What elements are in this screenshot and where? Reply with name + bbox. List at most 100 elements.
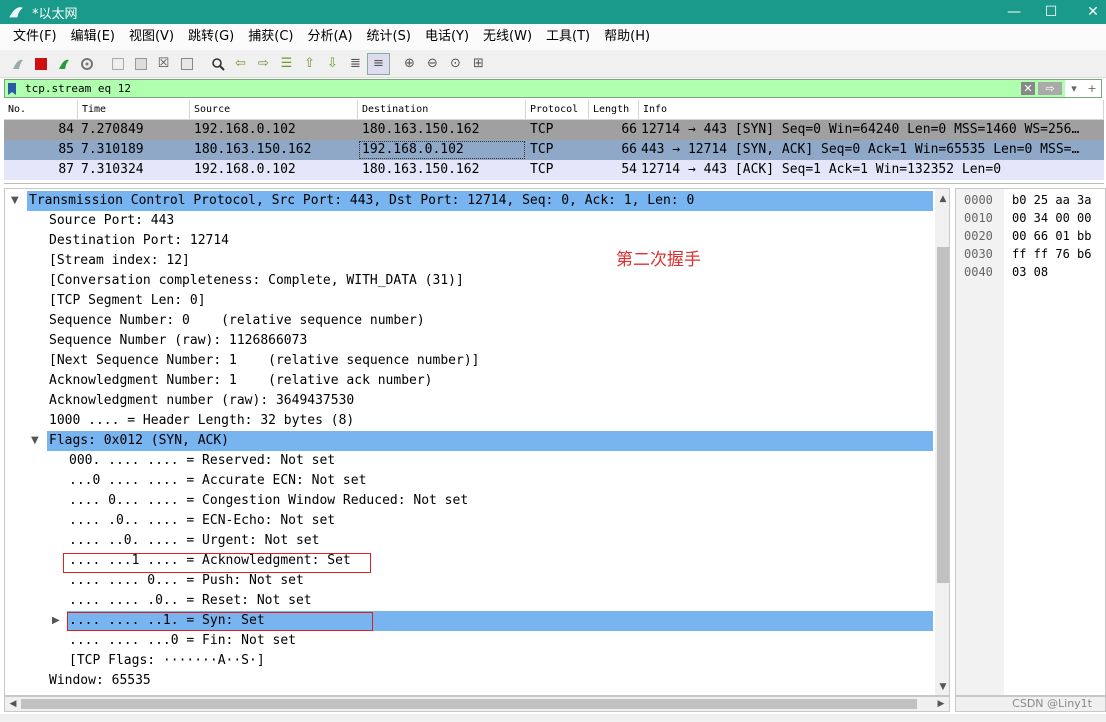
packet-no: 87 bbox=[58, 162, 74, 177]
flag-line[interactable]: .... .... .0.. = Reset: Not set bbox=[69, 591, 312, 611]
apply-filter-button[interactable]: ⇨ bbox=[1038, 82, 1062, 95]
detail-line[interactable]: Sequence Number (raw): 1126866073 bbox=[49, 331, 307, 351]
hex-bytes[interactable]: b0 25 aa 3a bbox=[1012, 191, 1091, 209]
filter-dropdown-button[interactable]: ▾ bbox=[1065, 80, 1083, 97]
first-packet-icon[interactable]: ⇧ bbox=[298, 53, 321, 75]
go-forward-icon[interactable]: ⇨ bbox=[252, 53, 275, 75]
clear-filter-button[interactable]: ✕ bbox=[1021, 82, 1035, 95]
flag-line[interactable]: .... ..0. .... = Urgent: Not set bbox=[69, 531, 319, 551]
open-file-icon[interactable] bbox=[106, 53, 129, 75]
flag-line[interactable]: .... .0.. .... = ECN-Echo: Not set bbox=[69, 511, 335, 531]
menu-help[interactable]: 帮助(H) bbox=[597, 24, 657, 50]
zoom-reset-icon[interactable]: ⊙ bbox=[444, 53, 467, 75]
add-filter-button[interactable]: + bbox=[1083, 80, 1101, 97]
detail-line[interactable]: [Stream index: 12] bbox=[49, 251, 190, 271]
detail-line[interactable]: [Conversation completeness: Complete, WI… bbox=[49, 271, 464, 291]
zoom-in-icon[interactable]: ⊕ bbox=[398, 53, 421, 75]
menu-go[interactable]: 跳转(G) bbox=[181, 24, 241, 50]
hex-bytes[interactable]: 03 08 bbox=[1012, 263, 1048, 281]
column-header-info[interactable]: Info bbox=[639, 100, 1104, 119]
stop-capture-icon[interactable] bbox=[29, 53, 52, 75]
capture-options-icon[interactable] bbox=[75, 53, 98, 75]
column-header-no[interactable]: No. bbox=[4, 100, 78, 119]
scrollbar-thumb[interactable] bbox=[937, 247, 949, 583]
hex-bytes[interactable]: 00 34 00 00 bbox=[1012, 209, 1091, 227]
collapse-arrow-icon[interactable]: ▼ bbox=[11, 191, 19, 211]
packet-length: 66 bbox=[621, 122, 637, 137]
scrollbar-thumb[interactable] bbox=[21, 699, 917, 709]
zoom-out-icon[interactable]: ⊖ bbox=[421, 53, 444, 75]
hex-bytes[interactable]: 00 66 01 bb bbox=[1012, 227, 1091, 245]
scroll-down-icon[interactable]: ▼ bbox=[935, 679, 949, 695]
column-header-length[interactable]: Length bbox=[589, 100, 639, 119]
column-header-protocol[interactable]: Protocol bbox=[526, 100, 589, 119]
expand-arrow-icon[interactable]: ▶ bbox=[52, 611, 60, 631]
column-header-time[interactable]: Time bbox=[78, 100, 190, 119]
flag-line[interactable]: [TCP Flags: ·······A··S·] bbox=[69, 651, 265, 671]
menu-analyze[interactable]: 分析(A) bbox=[300, 24, 359, 50]
scroll-left-icon[interactable]: ◀ bbox=[5, 697, 21, 711]
flag-line[interactable]: .... 0... .... = Congestion Window Reduc… bbox=[69, 491, 468, 511]
display-filter-input[interactable]: tcp.stream eq 12 bbox=[19, 82, 1021, 95]
detail-line[interactable]: [Next Sequence Number: 1 (relative seque… bbox=[49, 351, 479, 371]
close-file-icon[interactable]: ☒ bbox=[152, 53, 175, 75]
menu-view[interactable]: 视图(V) bbox=[122, 24, 181, 50]
packet-row-selected[interactable]: 85 7.310189 180.163.150.162 192.168.0.10… bbox=[4, 140, 1104, 160]
column-header-source[interactable]: Source bbox=[190, 100, 358, 119]
window-title: *以太网 bbox=[32, 7, 78, 22]
flag-line[interactable]: ...0 .... .... = Accurate ECN: Not set bbox=[69, 471, 366, 491]
reload-file-icon[interactable] bbox=[175, 53, 198, 75]
packet-protocol: TCP bbox=[530, 142, 554, 157]
menu-capture[interactable]: 捕获(C) bbox=[241, 24, 300, 50]
start-capture-icon[interactable] bbox=[6, 53, 29, 75]
packet-info: 12714 → 443 [SYN] Seq=0 Win=64240 Len=0 … bbox=[641, 122, 1080, 137]
packet-length: 66 bbox=[621, 142, 637, 157]
maximize-button[interactable]: ☐ bbox=[1028, 0, 1074, 24]
packet-list-header: No. Time Source Destination Protocol Len… bbox=[4, 100, 1104, 120]
flag-line[interactable]: 000. .... .... = Reserved: Not set bbox=[69, 451, 335, 471]
packet-list: No. Time Source Destination Protocol Len… bbox=[4, 100, 1104, 184]
packet-protocol: TCP bbox=[530, 122, 554, 137]
restart-capture-icon[interactable] bbox=[52, 53, 75, 75]
packet-row[interactable]: 84 7.270849 192.168.0.102 180.163.150.16… bbox=[4, 120, 1104, 140]
close-button[interactable]: ✕ bbox=[1070, 0, 1106, 24]
collapse-arrow-icon[interactable]: ▼ bbox=[31, 431, 39, 451]
detail-line[interactable]: Source Port: 443 bbox=[49, 211, 174, 231]
menu-edit[interactable]: 编辑(E) bbox=[64, 24, 122, 50]
go-back-icon[interactable]: ⇦ bbox=[229, 53, 252, 75]
menu-file[interactable]: 文件(F) bbox=[6, 24, 64, 50]
menu-statistics[interactable]: 统计(S) bbox=[360, 24, 418, 50]
save-file-icon[interactable] bbox=[129, 53, 152, 75]
menu-tools[interactable]: 工具(T) bbox=[539, 24, 597, 50]
flag-line[interactable]: .... .... 0... = Push: Not set bbox=[69, 571, 304, 591]
tcp-header-node[interactable]: Transmission Control Protocol, Src Port:… bbox=[27, 191, 933, 211]
flag-line[interactable]: .... .... ...0 = Fin: Not set bbox=[69, 631, 296, 651]
detail-line[interactable]: Acknowledgment number (raw): 3649437530 bbox=[49, 391, 354, 411]
column-header-destination[interactable]: Destination bbox=[358, 100, 526, 119]
scroll-right-icon[interactable]: ▶ bbox=[933, 697, 949, 711]
detail-line[interactable]: Sequence Number: 0 (relative sequence nu… bbox=[49, 311, 425, 331]
detail-line[interactable]: [TCP Segment Len: 0] bbox=[49, 291, 206, 311]
resize-columns-icon[interactable]: ⊞ bbox=[467, 53, 490, 75]
details-horizontal-scrollbar[interactable]: ◀ ▶ bbox=[4, 696, 950, 712]
bookmark-icon[interactable] bbox=[5, 80, 19, 97]
colorize-icon[interactable]: ≡ bbox=[367, 52, 390, 75]
scroll-up-icon[interactable]: ▲ bbox=[935, 191, 949, 207]
go-to-packet-icon[interactable]: ☰ bbox=[275, 53, 298, 75]
detail-line[interactable]: Acknowledgment Number: 1 (relative ack n… bbox=[49, 371, 433, 391]
flags-node[interactable]: Flags: 0x012 (SYN, ACK) bbox=[47, 431, 933, 451]
packet-source: 192.168.0.102 bbox=[194, 122, 296, 137]
details-vertical-scrollbar[interactable]: ▲ ▼ bbox=[935, 189, 949, 695]
menu-wireless[interactable]: 无线(W) bbox=[476, 24, 539, 50]
detail-line[interactable]: 1000 .... = Header Length: 32 bytes (8) bbox=[49, 411, 354, 431]
packet-row[interactable]: 87 7.310324 192.168.0.102 180.163.150.16… bbox=[4, 160, 1104, 180]
packet-length: 54 bbox=[621, 162, 637, 177]
detail-line[interactable]: Window: 65535 bbox=[49, 671, 151, 691]
menu-telephony[interactable]: 电话(Y) bbox=[418, 24, 476, 50]
detail-line[interactable]: Destination Port: 12714 bbox=[49, 231, 229, 251]
find-packet-icon[interactable] bbox=[206, 53, 229, 75]
packet-time: 7.310189 bbox=[81, 142, 144, 157]
hex-bytes[interactable]: ff ff 76 b6 bbox=[1012, 245, 1091, 263]
autoscroll-icon[interactable]: ≣ bbox=[344, 53, 367, 75]
last-packet-icon[interactable]: ⇩ bbox=[321, 53, 344, 75]
